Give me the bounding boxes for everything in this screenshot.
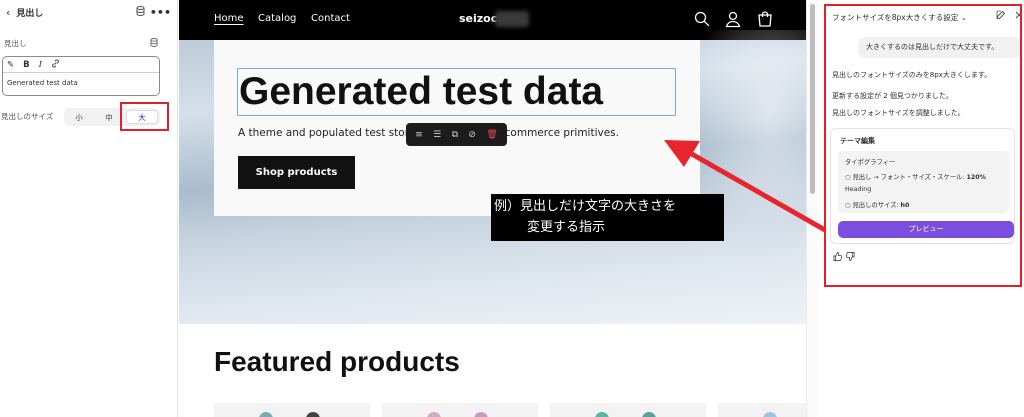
sidebar-header: ‹ 見出し ••• xyxy=(0,0,177,24)
align-icon[interactable]: ≡ xyxy=(415,130,423,140)
product-card[interactable] xyxy=(550,403,706,417)
database-icon[interactable] xyxy=(150,38,158,49)
list-icon[interactable]: ☰ xyxy=(433,130,441,140)
heading-size-label: 見出しのサイズ xyxy=(1,111,54,121)
scrollbar-thumb[interactable] xyxy=(810,4,815,194)
app-window: ‹ 見出し ••• 見出し ✎ B I Generated test data xyxy=(0,0,1024,417)
section-title: 見出し xyxy=(16,8,44,19)
duplicate-icon[interactable]: ⧉ xyxy=(452,130,458,140)
ellipsis-icon[interactable]: ••• xyxy=(150,6,171,19)
brand-blur-mask xyxy=(495,11,529,27)
heading-field-row: 見出し xyxy=(4,38,158,49)
sparkle-icon[interactable]: ✎ xyxy=(7,60,14,70)
store-preview: Home Catalog Contact seizoc Generated te… xyxy=(179,0,806,417)
size-option-small[interactable]: 小 xyxy=(64,112,94,123)
heading-rich-text-editor[interactable]: ✎ B I Generated test data xyxy=(2,56,160,96)
nav-link-catalog[interactable]: Catalog xyxy=(258,13,296,24)
heading-field-value[interactable]: Generated test data xyxy=(3,73,159,93)
highlight-box-chat xyxy=(824,4,1022,287)
hide-icon[interactable]: ⊘ xyxy=(468,130,476,140)
database-icon[interactable] xyxy=(136,5,145,19)
featured-products-title: Featured products xyxy=(214,346,460,377)
hero-banner: Generated test data A theme and populate… xyxy=(179,30,806,324)
nav-link-home[interactable]: Home xyxy=(214,13,244,24)
block-floating-toolbar: ≡ ☰ ⧉ ⊘ 🗑 xyxy=(406,123,507,146)
heading-field-label: 見出し xyxy=(4,39,27,48)
product-card[interactable] xyxy=(718,403,806,417)
hero-heading[interactable]: Generated test data xyxy=(239,70,603,114)
italic-button[interactable]: I xyxy=(39,60,42,70)
product-card[interactable] xyxy=(214,403,370,417)
search-icon[interactable] xyxy=(693,10,711,28)
account-icon[interactable] xyxy=(724,10,742,28)
link-icon[interactable] xyxy=(51,58,60,71)
shop-products-button[interactable]: Shop products xyxy=(238,156,355,189)
rte-toolbar: ✎ B I xyxy=(3,57,159,73)
cart-icon[interactable] xyxy=(756,10,774,28)
editor-sidebar: ‹ 見出し ••• 見出し ✎ B I Generated test data xyxy=(0,0,178,417)
chevron-left-icon[interactable]: ‹ xyxy=(6,6,10,19)
preview-scrollbar[interactable] xyxy=(806,0,818,417)
delete-icon[interactable]: 🗑 xyxy=(486,130,497,140)
annotation-line-2: 変更する指示 xyxy=(527,220,606,235)
nav-link-contact[interactable]: Contact xyxy=(311,13,350,24)
annotation-callout: 例）見出しだけ文字の大きさを 変更する指示 xyxy=(491,194,724,241)
bold-button[interactable]: B xyxy=(23,60,29,70)
product-card[interactable] xyxy=(382,403,538,417)
store-brand[interactable]: seizoc xyxy=(459,12,497,25)
annotation-line-1: 例）見出しだけ文字の大きさを xyxy=(494,199,677,214)
highlight-box-size xyxy=(120,102,169,131)
